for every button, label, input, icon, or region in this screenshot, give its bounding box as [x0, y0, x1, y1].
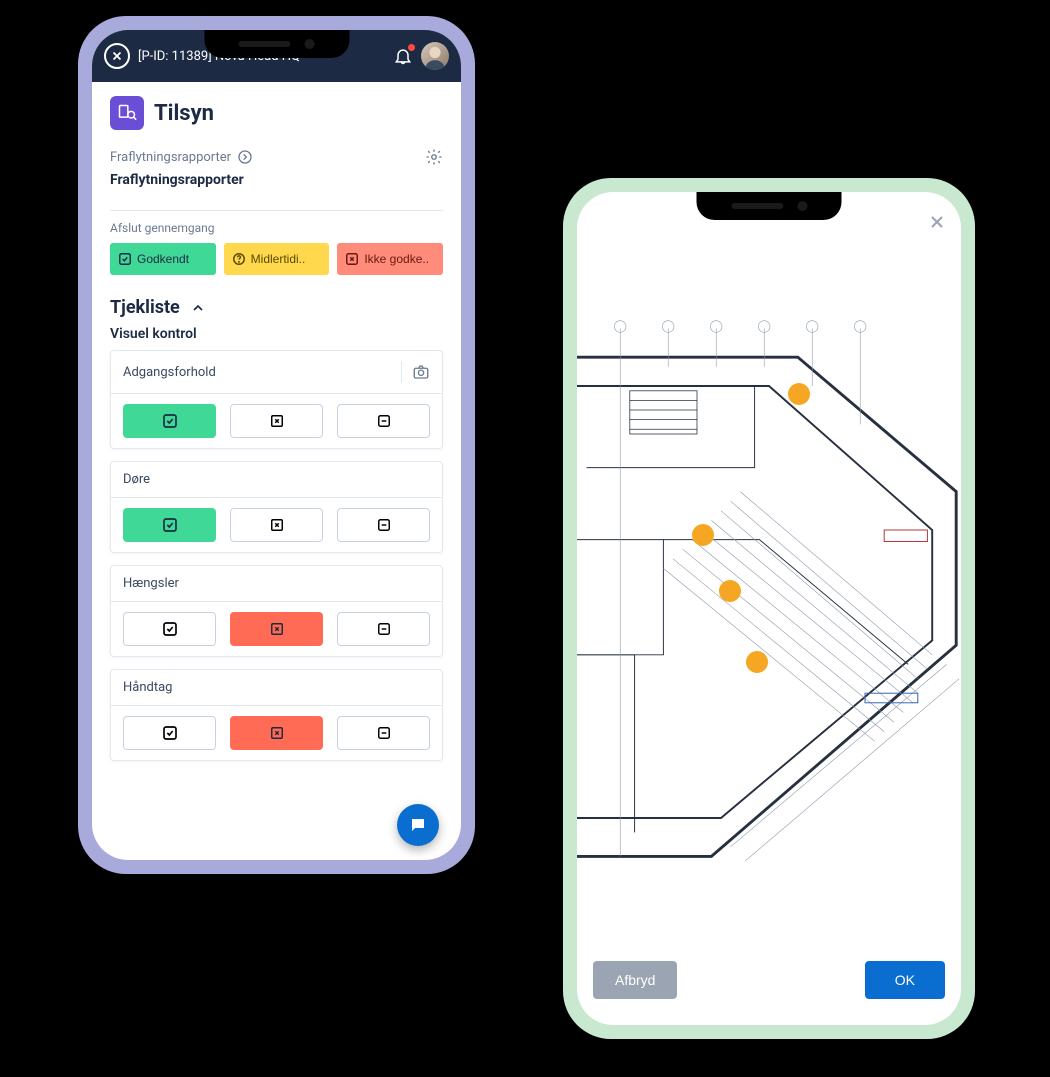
notifications-button[interactable] — [393, 46, 413, 66]
close-button[interactable] — [927, 212, 947, 232]
inspection-icon — [110, 96, 144, 130]
camera-button[interactable] — [401, 361, 430, 383]
phone-notch — [204, 30, 349, 58]
x-square-icon — [270, 414, 284, 428]
phone-right: Afbryd OK — [563, 178, 975, 1039]
gear-icon — [425, 148, 443, 166]
checklist-heading: Tjekliste — [110, 297, 180, 318]
temporary-button[interactable]: Midlertidi.. — [224, 243, 330, 275]
item-na-button[interactable] — [337, 508, 430, 542]
page-header: Tilsyn — [110, 96, 443, 130]
dialog-buttons: Afbryd OK — [577, 947, 961, 1025]
checklist-item-label: Adgangsforhold — [123, 365, 216, 380]
phone-left: [P-ID: 11389] Nova Head HQ Tilsyn — [78, 16, 475, 874]
item-reject-button[interactable] — [230, 404, 323, 438]
review-label: Afslut gennemgang — [110, 221, 443, 235]
breadcrumb[interactable]: Fraflytningsrapporter — [110, 149, 253, 165]
plan-marker[interactable] — [746, 651, 768, 673]
minus-square-icon — [377, 518, 391, 532]
minus-square-icon — [377, 726, 391, 740]
item-approve-button[interactable] — [123, 508, 216, 542]
check-square-icon — [162, 517, 178, 533]
approve-button[interactable]: Godkendt — [110, 243, 216, 275]
chat-fab[interactable] — [397, 804, 439, 846]
x-square-icon — [345, 252, 359, 266]
item-na-button[interactable] — [337, 716, 430, 750]
checklist-item: Adgangsforhold — [110, 350, 443, 449]
cancel-button[interactable]: Afbryd — [593, 961, 677, 999]
item-reject-button[interactable] — [230, 612, 323, 646]
check-square-icon — [162, 621, 178, 637]
item-na-button[interactable] — [337, 612, 430, 646]
page-title: Tilsyn — [154, 101, 214, 126]
divider — [110, 210, 443, 211]
user-avatar[interactable] — [421, 42, 449, 70]
checklist-item-label: Håndtag — [123, 680, 172, 695]
chat-icon — [409, 816, 427, 834]
checklist-item: Hængsler — [110, 565, 443, 657]
item-reject-button[interactable] — [230, 716, 323, 750]
checklist-toggle[interactable]: Tjekliste — [110, 297, 443, 318]
check-square-icon — [162, 413, 178, 429]
item-na-button[interactable] — [337, 404, 430, 438]
settings-button[interactable] — [425, 148, 443, 166]
floorplan-drawing — [577, 242, 961, 914]
close-icon — [927, 212, 947, 232]
floorplan-canvas[interactable] — [577, 242, 961, 947]
checklist-item-label: Døre — [123, 472, 150, 487]
x-square-icon — [270, 622, 284, 636]
reject-button[interactable]: Ikke godke.. — [337, 243, 443, 275]
breadcrumb-label: Fraflytningsrapporter — [110, 150, 231, 165]
x-square-icon — [270, 726, 284, 740]
check-square-icon — [118, 252, 132, 266]
checklist-item-label: Hængsler — [123, 576, 179, 591]
minus-square-icon — [377, 622, 391, 636]
report-subtitle: Fraflytningsrapporter — [110, 172, 443, 188]
notification-dot — [408, 44, 415, 51]
checklist-item: Døre — [110, 461, 443, 553]
checklist-group-label: Visuel kontrol — [110, 326, 443, 342]
item-approve-button[interactable] — [123, 716, 216, 750]
camera-icon — [412, 363, 430, 381]
ok-button[interactable]: OK — [865, 961, 945, 999]
check-square-icon — [162, 725, 178, 741]
item-reject-button[interactable] — [230, 508, 323, 542]
chevron-up-icon — [190, 300, 206, 316]
item-approve-button[interactable] — [123, 612, 216, 646]
question-circle-icon — [232, 252, 246, 266]
x-square-icon — [270, 518, 284, 532]
minus-square-icon — [377, 414, 391, 428]
phone-notch — [697, 192, 842, 220]
app-logo[interactable] — [104, 43, 130, 69]
checklist-item: Håndtag — [110, 669, 443, 761]
item-approve-button[interactable] — [123, 404, 216, 438]
arrow-right-icon — [237, 149, 253, 165]
